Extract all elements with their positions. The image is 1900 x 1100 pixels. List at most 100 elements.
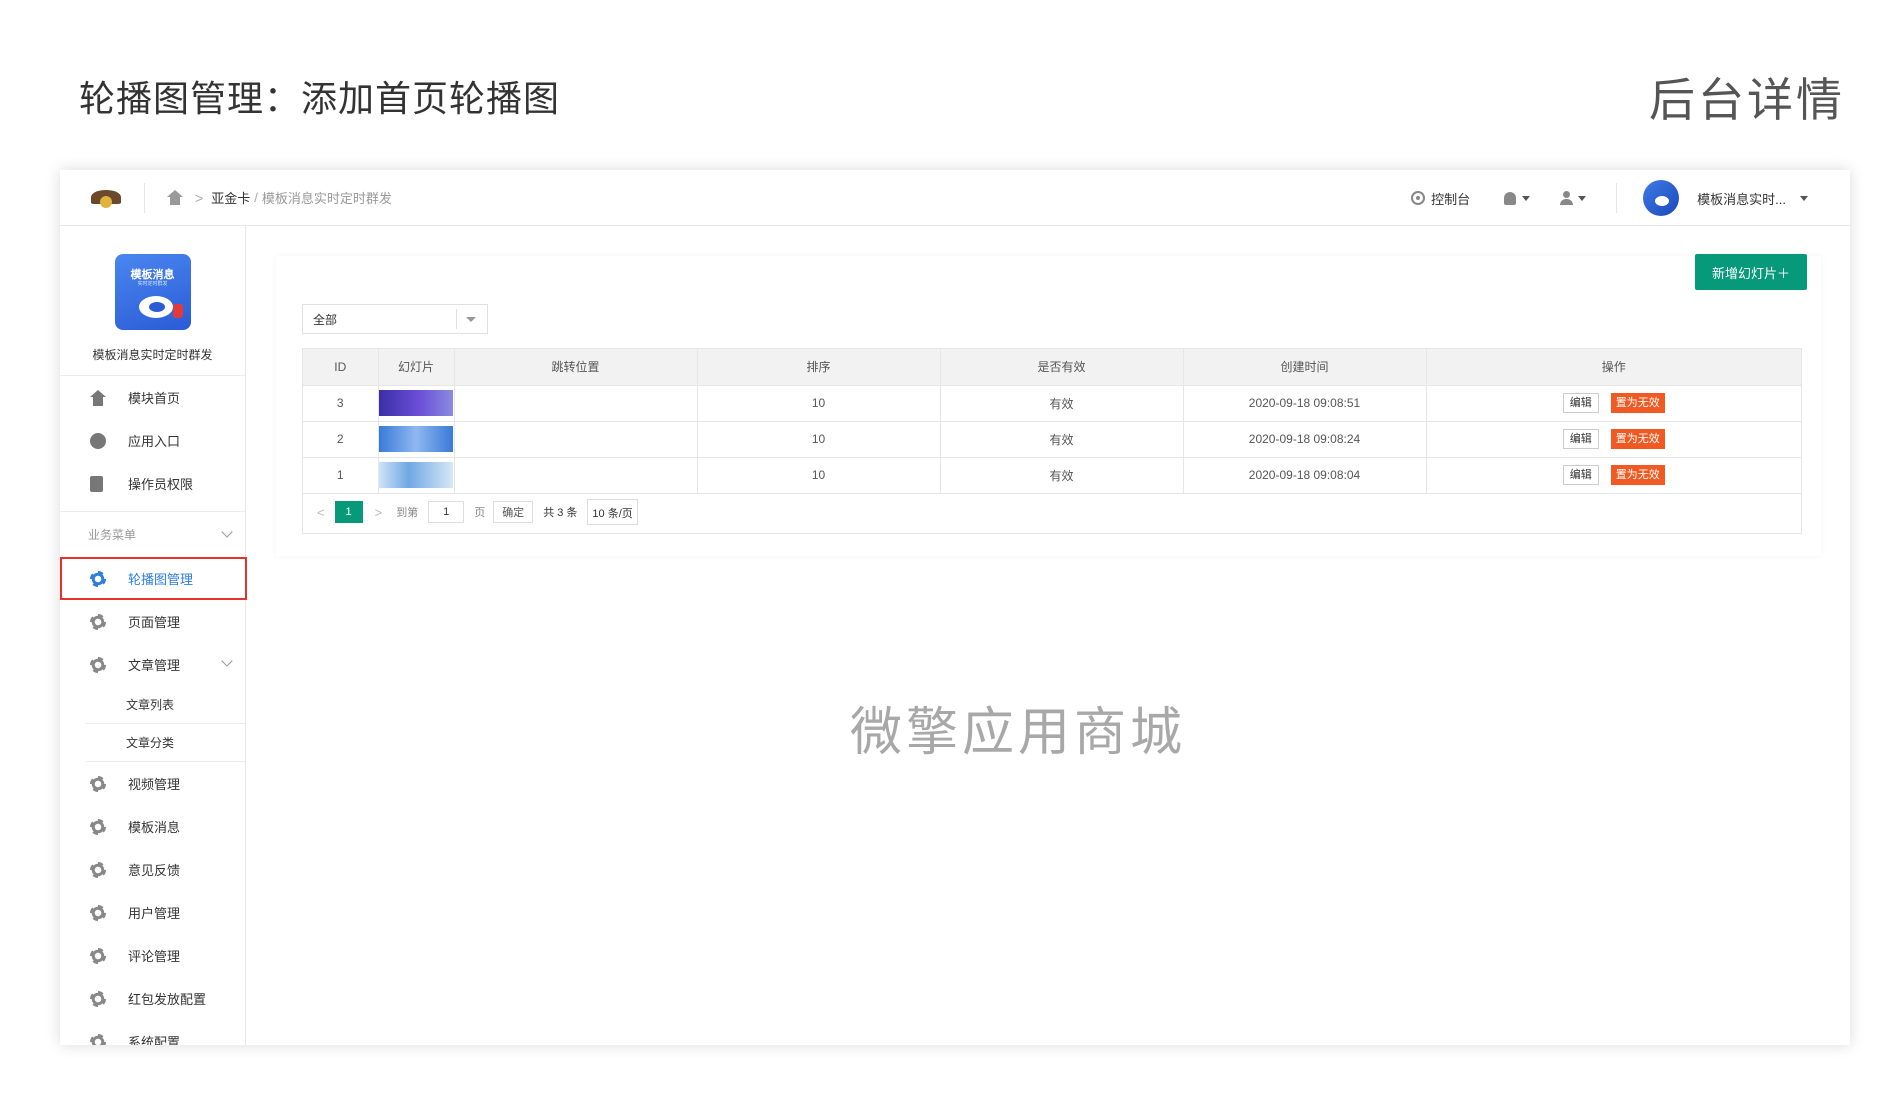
sidebar-item-label: 页面管理: [128, 615, 181, 630]
sidebar-item-label: 应用入口: [128, 434, 181, 449]
sidebar-item-label: 评论管理: [128, 949, 181, 964]
sidebar-subitem-article-list[interactable]: 文章列表: [86, 686, 245, 724]
document-icon: [90, 475, 103, 492]
breadcrumb-slash: /: [254, 190, 258, 205]
edit-button[interactable]: 编辑: [1562, 429, 1599, 449]
page-label: 页: [474, 507, 486, 519]
sidebar-item-app-entry[interactable]: 应用入口: [60, 419, 245, 462]
sidebar-subitem-article-category[interactable]: 文章分类: [86, 724, 245, 762]
sidebar-item-system-config[interactable]: 系统配置: [60, 1020, 245, 1045]
cell-sort: 10: [697, 421, 941, 458]
cell-id: 2: [303, 421, 379, 458]
user-dropdown[interactable]: [1560, 191, 1587, 205]
cell-link: [454, 457, 698, 494]
account-avatar[interactable]: [1643, 180, 1680, 216]
cell-slide: [378, 385, 455, 422]
sidebar-item-label: 视频管理: [128, 777, 181, 792]
caret-down-icon[interactable]: [1800, 195, 1808, 201]
filter-value: 全部: [313, 312, 338, 327]
cell-id: 3: [303, 385, 379, 422]
breadcrumb-item-module: 模板消息实时定时群发: [261, 191, 392, 206]
sidebar-item-user-management[interactable]: 用户管理: [60, 891, 245, 934]
account-name[interactable]: 模板消息实时...: [1697, 189, 1786, 208]
caret-down-icon: [466, 317, 476, 322]
sidebar-item-feedback[interactable]: 意见反馈: [60, 848, 245, 891]
slide-thumbnail[interactable]: [379, 390, 453, 416]
edit-button[interactable]: 编辑: [1562, 393, 1599, 413]
cell-slide: [378, 421, 455, 458]
cell-valid: 有效: [940, 421, 1184, 458]
add-slide-button[interactable]: 新增幻灯片＋: [1695, 254, 1807, 290]
cell-created: 2020-09-18 09:08:51: [1183, 385, 1427, 422]
console-icon: [1411, 191, 1426, 205]
status-filter-select[interactable]: 全部: [302, 304, 488, 334]
page-size-select[interactable]: 10 条/页: [587, 499, 638, 525]
section-label: 业务菜单: [88, 528, 137, 542]
sidebar-item-carousel-management[interactable]: 轮播图管理: [60, 557, 247, 600]
page-title: 轮播图管理：添加首页轮播图: [79, 78, 561, 119]
user-icon: [1560, 191, 1574, 205]
gear-icon: [90, 818, 106, 835]
column-header-actions: 操作: [1426, 349, 1801, 386]
cell-valid: 有效: [940, 457, 1184, 494]
divider: [144, 182, 145, 213]
notification-dropdown[interactable]: [1504, 191, 1531, 205]
page-number-input[interactable]: 1: [428, 501, 465, 523]
sidebar-item-page-management[interactable]: 页面管理: [60, 600, 245, 643]
sidebar-item-module-home[interactable]: 模块首页: [60, 376, 245, 419]
column-header-sort: 排序: [697, 349, 941, 386]
prev-page-button[interactable]: <: [317, 505, 325, 520]
bell-icon: [1504, 191, 1517, 205]
column-header-id: ID: [303, 349, 379, 386]
breadcrumb-separator: >: [195, 189, 204, 206]
app-logo-tagline: 实时定时群发: [137, 281, 168, 287]
set-invalid-button[interactable]: 置为无效: [1610, 465, 1665, 485]
cell-slide: [378, 457, 455, 494]
cell-sort: 10: [697, 457, 941, 494]
column-header-link: 跳转位置: [454, 349, 698, 386]
cell-valid: 有效: [940, 385, 1184, 422]
sidebar-item-video-management[interactable]: 视频管理: [60, 762, 245, 805]
sidebar-item-red-packet-config[interactable]: 红包发放配置: [60, 977, 245, 1020]
slide-thumbnail[interactable]: [379, 426, 453, 452]
next-page-button[interactable]: >: [375, 505, 383, 520]
sidebar-item-comment-management[interactable]: 评论管理: [60, 934, 245, 977]
cell-actions: 编辑 置为无效: [1426, 457, 1801, 494]
set-invalid-button[interactable]: 置为无效: [1610, 429, 1665, 449]
table-row: 2 10 有效 2020-09-18 09:08:24 编辑 置为无效: [303, 421, 1801, 458]
gear-icon: [90, 656, 106, 673]
watermark: 微擎应用商城: [850, 704, 1187, 762]
page-subtitle: 后台详情: [1649, 74, 1845, 126]
breadcrumb-item-account[interactable]: 亚金卡: [211, 188, 250, 207]
sidebar-section-business-menu[interactable]: 业务菜单: [60, 511, 245, 557]
table-row: 1 10 有效 2020-09-18 09:08:04 编辑 置为无效: [303, 457, 1801, 494]
sidebar-item-label: 红包发放配置: [128, 992, 207, 1007]
total-count: 共 3 条: [543, 507, 578, 519]
home-icon[interactable]: [167, 189, 183, 206]
cell-created: 2020-09-18 09:08:04: [1183, 457, 1427, 494]
confirm-page-button[interactable]: 确定: [493, 501, 534, 523]
chat-icon: [90, 432, 106, 449]
sidebar-item-label: 操作员权限: [128, 477, 194, 492]
sidebar-item-operator-permissions[interactable]: 操作员权限: [60, 462, 245, 505]
sidebar-item-label: 意见反馈: [128, 863, 181, 878]
brand-logo[interactable]: [90, 184, 122, 212]
edit-button[interactable]: 编辑: [1562, 465, 1599, 485]
console-link[interactable]: 控制台: [1411, 189, 1470, 208]
goto-label: 到第: [396, 507, 419, 519]
app-name: 模板消息实时定时群发: [60, 346, 245, 376]
cell-sort: 10: [697, 385, 941, 422]
slide-thumbnail[interactable]: [379, 462, 453, 488]
slides-table: ID 幻灯片 跳转位置 排序 是否有效 创建时间 操作 3 10 有效 2020…: [302, 348, 1802, 534]
cell-id: 1: [303, 457, 379, 494]
gear-icon: [90, 1033, 106, 1045]
main-panel: 新增幻灯片＋ 全部 ID 幻灯片 跳转位置 排序 是否有效 创建时间 操作 3 …: [276, 254, 1821, 556]
cell-created: 2020-09-18 09:08:24: [1183, 421, 1427, 458]
set-invalid-button[interactable]: 置为无效: [1610, 393, 1665, 413]
gear-icon: [90, 613, 106, 630]
sidebar-item-template-message[interactable]: 模板消息: [60, 805, 245, 848]
table-header-row: ID 幻灯片 跳转位置 排序 是否有效 创建时间 操作: [303, 349, 1801, 386]
current-page-button[interactable]: 1: [334, 501, 363, 523]
divider: [1616, 183, 1618, 213]
sidebar-item-article-management[interactable]: 文章管理: [60, 643, 245, 686]
